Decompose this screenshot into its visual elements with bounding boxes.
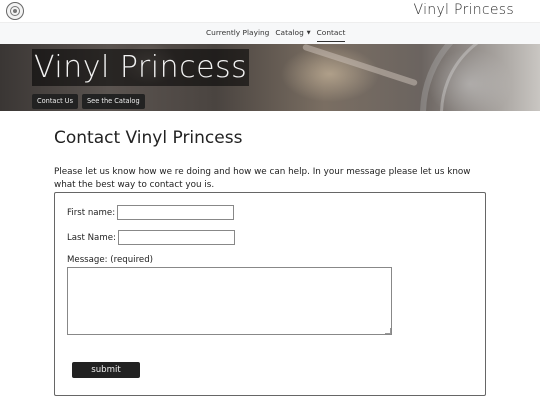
submit-button[interactable]: submit	[72, 362, 140, 378]
top-bar: Vinyl Princess	[0, 0, 540, 22]
vinyl-record-icon[interactable]	[6, 2, 24, 20]
record-center	[13, 9, 17, 13]
last-name-label: Last Name:	[67, 232, 116, 243]
first-name-row: First name:	[67, 205, 235, 220]
page-title: Contact Vinyl Princess	[54, 128, 243, 148]
nav-item-catalog-label: Catalog	[275, 28, 304, 37]
intro-text: Please let us know how we re doing and h…	[54, 167, 471, 190]
nav-item-catalog[interactable]: Catalog ▼	[275, 28, 310, 42]
main-nav: Currently Playing Catalog ▼ Contact	[0, 22, 540, 44]
message-label: Message: (required)	[67, 255, 154, 265]
chevron-down-icon: ▼	[306, 30, 311, 36]
first-name-label: First name:	[67, 207, 116, 218]
contact-us-button[interactable]: Contact Us	[32, 94, 79, 109]
last-name-input[interactable]	[117, 230, 235, 245]
hero-title: Vinyl Princess	[32, 49, 250, 86]
see-catalog-button[interactable]: See the Catalog	[82, 94, 145, 109]
message-textarea[interactable]	[67, 267, 392, 335]
contact-form: First name: Last Name: Message: (require…	[54, 192, 486, 396]
brand-name[interactable]: Vinyl Princess	[414, 2, 514, 18]
resize-grip-icon[interactable]	[385, 328, 391, 334]
nav-item-currently-playing[interactable]: Currently Playing	[206, 28, 269, 42]
nav-item-contact[interactable]: Contact	[316, 28, 346, 42]
hero-banner: Vinyl Princess Contact Us See the Catalo…	[0, 44, 540, 111]
first-name-input[interactable]	[117, 205, 235, 220]
last-name-row: Last Name:	[67, 230, 235, 245]
turntable-tonearm	[302, 44, 418, 87]
